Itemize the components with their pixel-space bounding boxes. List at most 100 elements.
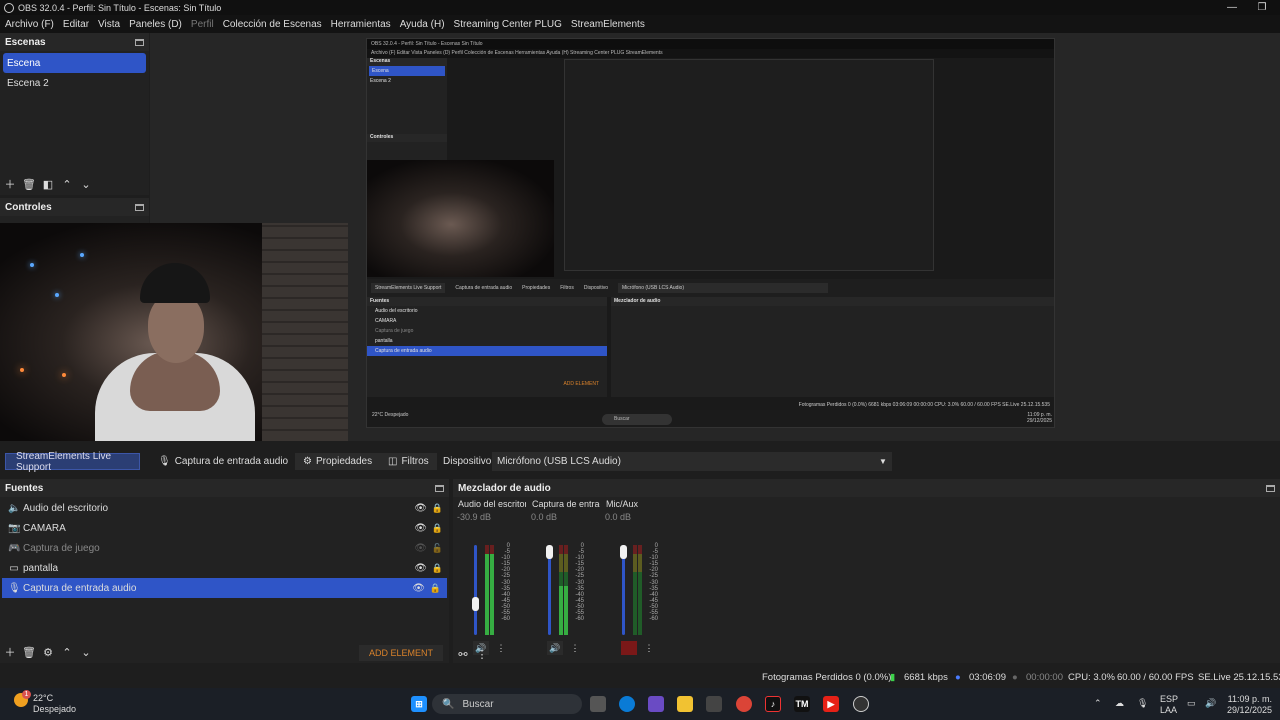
remove-scene-icon[interactable]: 🗑 [22,179,36,190]
tiktok-icon[interactable]: ♪ [765,696,781,712]
edge-icon[interactable] [619,696,635,712]
lock-icon[interactable]: 🔒 [432,503,443,514]
db-scale: 0 -5 -10 -15 -20 -25 -30 -35 -40 -45 -50 -55 -60 [570,543,584,622]
tm-icon[interactable]: TM [794,696,810,712]
eye-icon[interactable]: 👁 [414,503,427,514]
menu-archivo[interactable]: Archivo (F) [5,19,54,30]
maximize-button[interactable]: ❐ [1247,0,1277,15]
fps: 60.00 / 60.00 FPS [1117,672,1194,683]
lock-icon[interactable]: 🔒 [430,583,441,594]
properties-button[interactable]: ⚙ Propiedades [295,453,381,470]
source-item-captura-juego[interactable]: 🎮 Captura de juego 👁 🔓 [0,538,449,558]
undock-icon[interactable] [1266,484,1275,492]
chevron-down-icon: ▼ [879,457,887,466]
device-select[interactable]: Micrófono (USB LCS Audio) ▼ [492,452,892,471]
task-view-icon[interactable] [590,696,606,712]
eye-icon[interactable]: 👁 [414,563,427,574]
scene-filters-icon[interactable]: ◧ [43,179,53,190]
level-meter [633,545,637,635]
app-store-icon[interactable] [706,696,722,712]
muted-speaker-icon[interactable] [621,641,637,655]
status-bar: Fotogramas Perdidos 0 (0.0%) ▮ 6681 kbps… [0,668,1280,688]
level-meter [559,545,563,635]
nested-filters: Filtros [560,285,574,291]
menu-streamelements[interactable]: StreamElements [571,19,645,30]
chrome-icon[interactable] [736,696,752,712]
move-down-icon[interactable]: ⌄ [81,647,91,658]
scene-item-escena[interactable]: Escena [3,53,146,73]
more-icon[interactable]: ⋮ [567,641,583,655]
nested-source: pantalla [375,338,393,344]
lock-icon[interactable]: 🔒 [432,523,443,534]
level-meter-fill [559,585,563,635]
windows-start-icon[interactable]: ⊞ [411,696,427,712]
eye-hidden-icon[interactable]: 👁 [414,543,427,554]
source-label: Captura de entrada audio [23,582,137,594]
speaker-icon[interactable]: 🔊 [547,641,563,655]
menu-vista[interactable]: Vista [98,19,120,30]
frames-dropped: Fotogramas Perdidos 0 (0.0%) [762,672,892,683]
db-tick: -60 [575,616,584,623]
source-label: pantalla [23,562,59,574]
store-icon[interactable] [648,696,664,712]
nested-mixer-title: Mezclador de audio [611,297,1054,306]
lock-icon[interactable]: 🔒 [432,563,443,574]
nested-source: Captura de entrada audio [367,346,607,356]
add-scene-icon[interactable]: ＋ [5,179,16,190]
microphone-tray-icon[interactable]: 🎙 [1137,698,1148,709]
menu-coleccion-escenas[interactable]: Colección de Escenas [223,19,322,30]
network-app-icon[interactable]: ☁ [1115,698,1124,709]
eye-icon[interactable]: 👁 [412,583,425,594]
volume-icon[interactable]: 🔊 [1205,698,1216,709]
fader-thumb[interactable] [472,597,479,611]
menu-editar[interactable]: Editar [63,19,89,30]
eye-icon[interactable]: 👁 [414,523,427,534]
more-icon[interactable]: ⋮ [477,649,488,660]
search-placeholder: Buscar [462,698,494,710]
source-item-pantalla[interactable]: ▭ pantalla 👁 🔒 [0,558,449,578]
db-scale: 0 -5 -10 -15 -20 -25 -30 -35 -40 -45 -50 -55 -60 [644,543,658,622]
move-down-icon[interactable]: ⌄ [81,179,91,190]
mixer-channel: Mic/Aux 0.0 dB 0 -5 -10 -15 -20 -25 -30 -35 -40 -45… [604,497,676,655]
unlock-icon[interactable]: 🔓 [432,543,443,554]
obs-icon[interactable] [853,696,869,712]
add-source-icon[interactable]: ＋ [5,647,16,658]
undock-icon[interactable] [135,203,144,211]
menu-herramientas[interactable]: Herramientas [331,19,391,30]
source-item-captura-entrada-audio[interactable]: 🎙 Captura de entrada audio 👁 🔒 [2,578,447,598]
menu-paneles[interactable]: Paneles (D) [129,19,182,30]
mixer-channel: Captura de entrada audio 0.0 dB 0-5-10-15-… [530,497,602,655]
source-item-camara[interactable]: 📷 CAMARA 👁 🔒 [0,518,449,538]
scene-item-escena-2[interactable]: Escena 2 [0,73,149,93]
fader-thumb[interactable] [546,545,553,559]
channel-db: 0.0 dB [605,512,632,522]
taskbar-search[interactable]: 🔍 Buscar [432,694,582,714]
nested-source: CAMARA [375,318,397,324]
more-icon[interactable]: ⋮ [493,641,509,655]
remove-source-icon[interactable]: 🗑 [22,647,36,658]
more-icon[interactable]: ⋮ [641,641,657,655]
filters-button[interactable]: ◫ Filtros [380,453,437,470]
channel-db: 0.0 dB [531,512,558,522]
source-settings-icon[interactable]: ⚙ [43,647,53,658]
streamelements-live-support-button[interactable]: StreamElements Live Support [5,451,140,473]
network-icon[interactable]: ▭ [1187,698,1196,709]
menu-streaming-center[interactable]: Streaming Center PLUG [454,19,562,30]
folder-icon[interactable] [677,696,693,712]
sources-toolbar: ＋ 🗑 ⚙ ⌃ ⌄ ADD ELEMENT [0,644,449,662]
move-up-icon[interactable]: ⌃ [62,647,72,658]
undock-icon[interactable] [435,484,444,492]
source-item-audio-escritorio[interactable]: 🔈 Audio del escritorio 👁 🔒 [0,498,449,518]
move-up-icon[interactable]: ⌃ [62,179,72,190]
add-element-button[interactable]: ADD ELEMENT [359,645,443,661]
link-icon[interactable]: ⚯ [458,649,468,660]
undock-icon[interactable] [135,38,144,46]
bitrate: 6681 kbps [904,672,948,683]
clock[interactable]: 11:09 p. m. 29/12/2025 [1226,694,1272,716]
chevron-up-icon[interactable]: ⌃ [1094,698,1102,709]
signal-icon: ▮ [890,672,896,683]
menu-ayuda[interactable]: Ayuda (H) [400,19,445,30]
fader-thumb[interactable] [620,545,627,559]
volume-fader[interactable] [474,545,477,635]
youtube-icon[interactable]: ▶ [823,696,839,712]
